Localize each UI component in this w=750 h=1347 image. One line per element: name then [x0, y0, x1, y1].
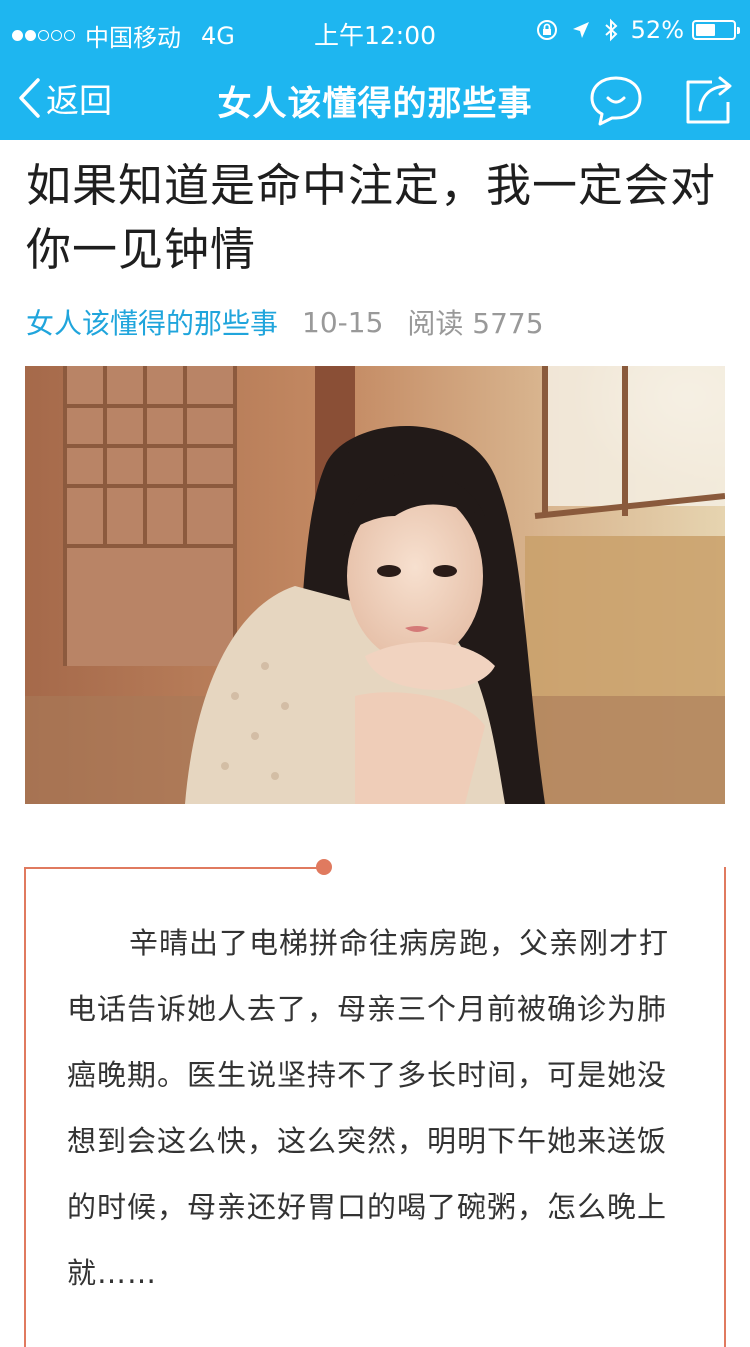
story-paragraph: 辛晴出了电梯拼命往病房跑，父亲刚才打电话告诉她人去了，母亲三个月前被确诊为肺癌晚…	[67, 926, 670, 1290]
comment-icon	[590, 76, 642, 126]
location-arrow-icon	[572, 22, 589, 38]
share-button[interactable]	[682, 72, 736, 132]
author-link[interactable]: 女人该懂得的那些事	[26, 302, 278, 342]
article-meta: 女人该懂得的那些事 10-15 阅读 5775	[26, 302, 544, 342]
battery-percent: 52%	[630, 16, 684, 44]
frame-right-border	[724, 867, 726, 1347]
status-right: 52%	[535, 16, 740, 44]
frame-dot	[316, 859, 332, 875]
publish-date: 10-15	[302, 305, 384, 339]
battery-icon	[692, 20, 740, 40]
rotation-lock-icon	[536, 20, 557, 40]
read-count: 阅读 5775	[407, 307, 544, 340]
article-title: 如果知道是命中注定，我一定会对你一见钟情	[26, 159, 717, 276]
bluetooth-icon	[604, 18, 618, 42]
share-icon	[686, 76, 732, 124]
frame-top-border	[24, 867, 324, 869]
navigation-bar: 返回 女人该懂得的那些事	[0, 64, 750, 140]
status-bar: 中国移动 4G 上午12:00 52%	[0, 0, 750, 64]
photo-illustration	[25, 366, 725, 804]
top-bar: 中国移动 4G 上午12:00 52% 返回 女人该懂得的那些事	[0, 0, 750, 140]
article-photo[interactable]	[25, 366, 725, 804]
frame-left-border	[24, 867, 26, 1347]
comment-button[interactable]	[588, 72, 644, 132]
